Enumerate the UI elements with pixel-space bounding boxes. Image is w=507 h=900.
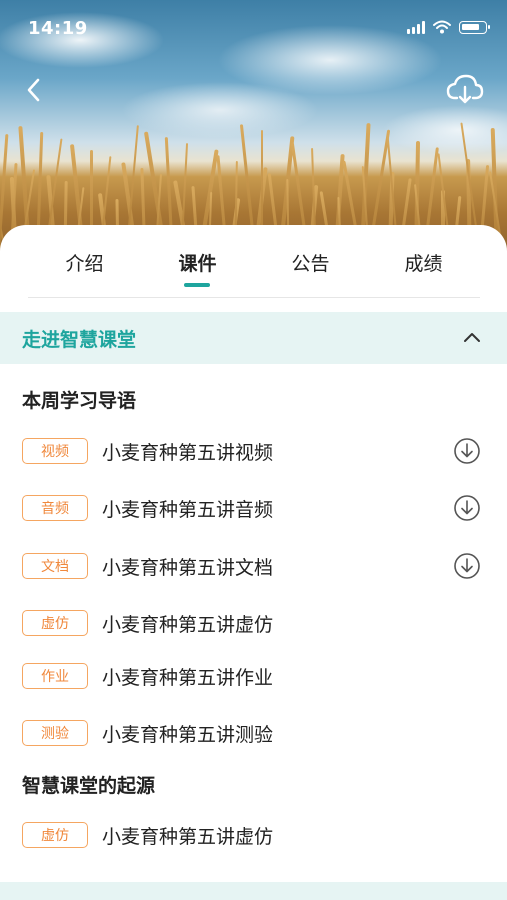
tab-intro[interactable]: 介绍: [65, 233, 103, 289]
download-icon[interactable]: [453, 437, 481, 465]
tab-bar: 介绍 课件 公告 成绩: [28, 225, 480, 298]
item-title: 小麦育种第五讲文档: [102, 556, 274, 579]
active-tab-indicator: [184, 283, 211, 287]
download-icon[interactable]: [453, 552, 481, 580]
list-item[interactable]: 虚仿 小麦育种第五讲虚仿: [0, 603, 507, 643]
list-item[interactable]: 文档 小麦育种第五讲文档: [0, 546, 507, 586]
document-tag: 文档: [22, 553, 88, 579]
item-title: 小麦育种第五讲音频: [102, 498, 274, 521]
signal-icon: [407, 20, 425, 34]
tab-label: 介绍: [65, 253, 104, 275]
status-time: 14:19: [28, 18, 88, 39]
status-bar: 14:19: [0, 0, 507, 60]
battery-icon: [459, 20, 490, 34]
item-title: 小麦育种第五讲虚仿: [102, 613, 274, 636]
list-item[interactable]: 测验 小麦育种第五讲测验: [0, 713, 507, 753]
download-all-button[interactable]: [445, 72, 485, 108]
item-title: 小麦育种第五讲视频: [102, 441, 274, 464]
list-item[interactable]: 音频 小麦育种第五讲音频: [0, 488, 507, 528]
tab-label: 公告: [291, 253, 330, 275]
audio-tag: 音频: [22, 495, 88, 521]
section-header[interactable]: 走进智慧课堂: [0, 312, 507, 364]
group-title: 智慧课堂的起源: [22, 775, 156, 797]
item-title: 小麦育种第五讲测验: [102, 723, 274, 746]
tab-label: 成绩: [404, 253, 443, 275]
chevron-left-icon: [27, 78, 40, 102]
tab-label: 课件: [178, 253, 217, 275]
simulation-tag: 虚仿: [22, 610, 88, 636]
simulation-tag: 虚仿: [22, 822, 88, 848]
status-icons: [407, 20, 490, 34]
item-title: 小麦育种第五讲虚仿: [102, 825, 274, 848]
content-sheet: 介绍 课件 公告 成绩 走进智慧课堂 本周学习导语 视频 小麦育种第五讲视频 音…: [0, 225, 507, 900]
group-title: 本周学习导语: [22, 390, 137, 412]
tab-announcements[interactable]: 公告: [291, 233, 329, 289]
chevron-up-icon: [464, 333, 480, 342]
wifi-icon: [433, 20, 451, 34]
cloud-download-icon: [446, 74, 484, 104]
item-title: 小麦育种第五讲作业: [102, 666, 274, 689]
section-title: 走进智慧课堂: [22, 328, 137, 351]
tab-courseware[interactable]: 课件: [178, 233, 217, 289]
back-button[interactable]: [20, 72, 52, 108]
download-icon[interactable]: [453, 494, 481, 522]
list-item[interactable]: 作业 小麦育种第五讲作业: [0, 656, 507, 696]
list-item[interactable]: 虚仿 小麦育种第五讲虚仿: [0, 815, 507, 855]
video-tag: 视频: [22, 438, 88, 464]
list-item[interactable]: 视频 小麦育种第五讲视频: [0, 431, 507, 471]
next-section-header-peek: [0, 882, 507, 900]
tab-grades[interactable]: 成绩: [404, 233, 442, 289]
homework-tag: 作业: [22, 663, 88, 689]
quiz-tag: 测验: [22, 720, 88, 746]
